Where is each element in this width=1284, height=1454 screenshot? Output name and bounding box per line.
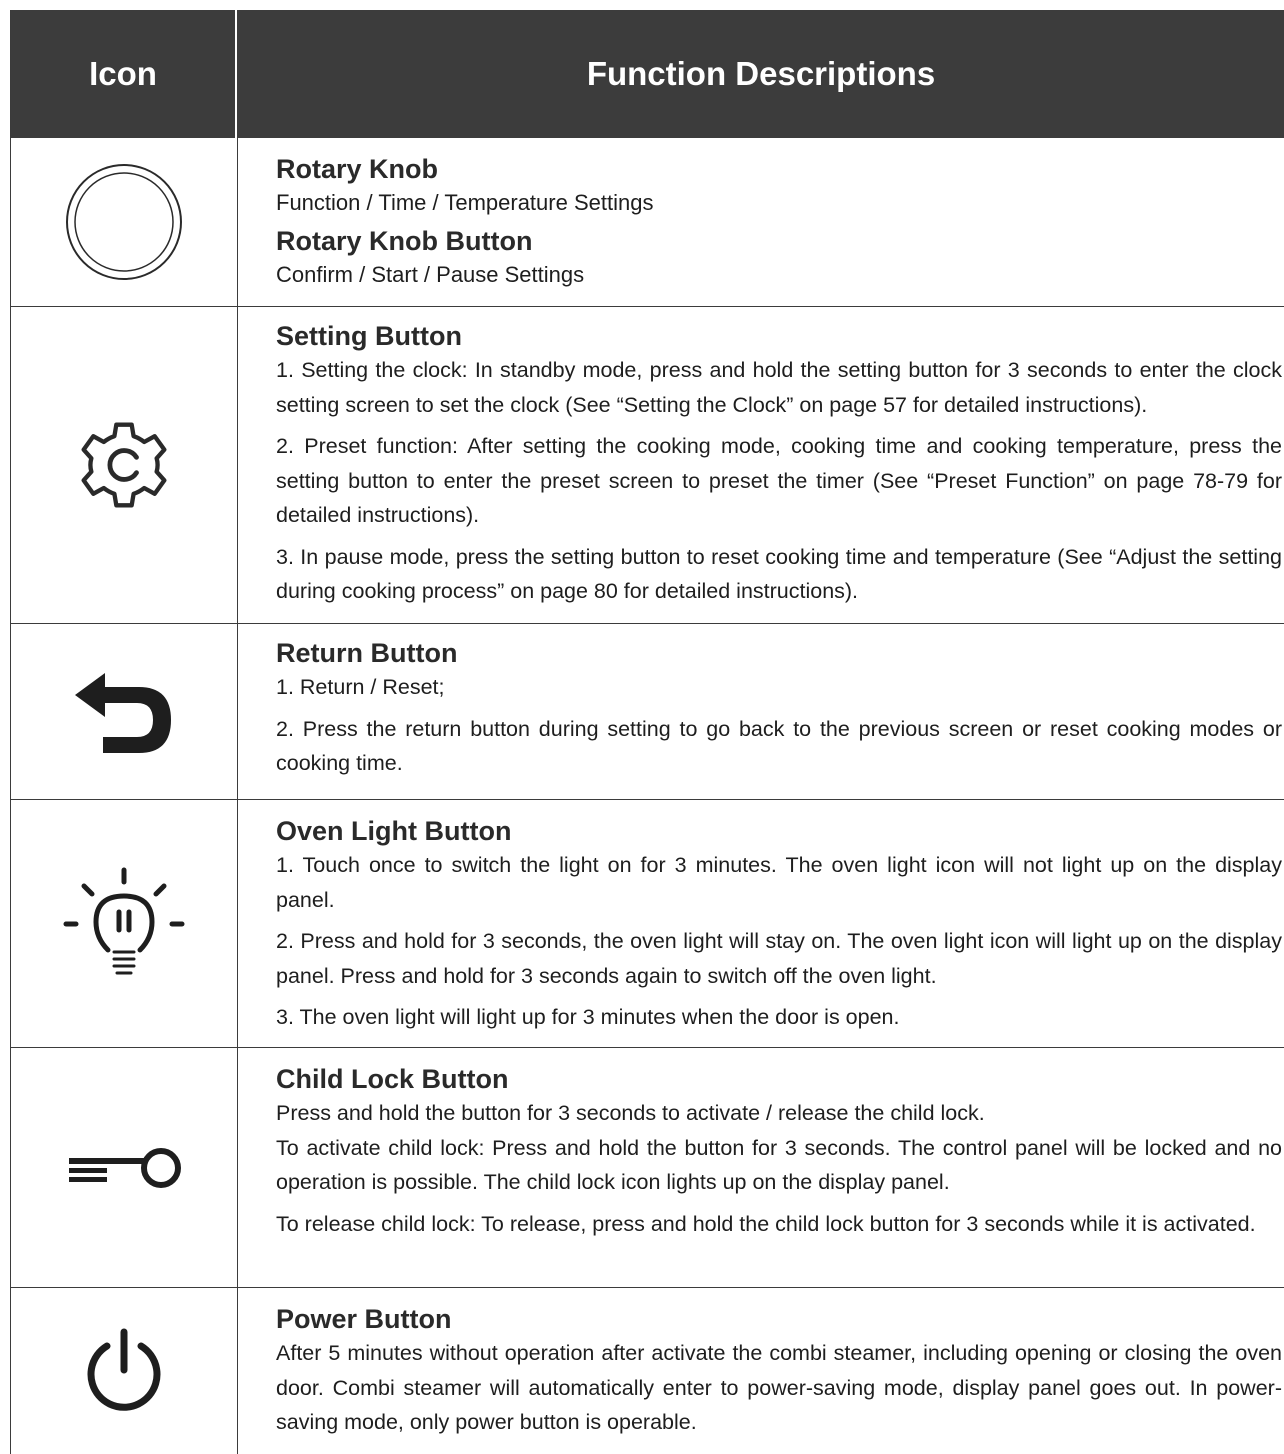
row-paragraph: Press and hold the button for 3 seconds …	[276, 1101, 985, 1125]
return-arrow-icon	[69, 667, 179, 757]
icon-cell	[11, 800, 238, 1047]
row-title: Oven Light Button	[276, 816, 512, 846]
key-icon	[61, 1138, 187, 1198]
row-title: Setting Button	[276, 321, 462, 351]
row-description: Setting Button 1. Setting the clock: In …	[276, 319, 1282, 609]
row-paragraph: 1. Return / Reset;	[276, 675, 445, 699]
row-paragraph: 2. Press and hold for 3 seconds, the ove…	[276, 929, 1282, 988]
rotary-knob-icon	[64, 162, 184, 282]
row-title: Rotary Knob	[276, 154, 438, 184]
icon-cell	[11, 307, 238, 623]
table-row-oven-light-button: Oven Light Button 1. Touch once to switc…	[11, 800, 1284, 1048]
row-description: Child Lock Button Press and hold the but…	[276, 1062, 1282, 1241]
icon-cell	[11, 624, 238, 799]
function-table: Icon Function Descriptions Rotary Knob F…	[10, 10, 1284, 1454]
table-row-rotary-knob: Rotary Knob Function / Time / Temperatur…	[11, 138, 1284, 307]
row-description: Return Button 1. Return / Reset; 2. Pres…	[276, 636, 1282, 781]
icon-cell	[11, 1288, 238, 1454]
row-description: Rotary Knob Function / Time / Temperatur…	[276, 152, 1282, 292]
row-description: Power Button After 5 minutes without ope…	[276, 1302, 1282, 1440]
row-paragraph: To activate child lock: Press and hold t…	[276, 1135, 1282, 1195]
icon-cell	[11, 138, 238, 306]
table-row-setting-button: Setting Button 1. Setting the clock: In …	[11, 307, 1284, 624]
header-icon-column: Icon	[11, 10, 237, 138]
row-paragraph: 2. Press the return button during settin…	[276, 716, 1282, 776]
row-title: Return Button	[276, 638, 458, 668]
row-title: Child Lock Button	[276, 1064, 509, 1094]
icon-cell	[11, 1048, 238, 1287]
row-paragraph: 1. Touch once to switch the light on for…	[276, 853, 1282, 912]
row-paragraph: 3. The oven light will light up for 3 mi…	[276, 1005, 900, 1029]
light-bulb-icon	[62, 866, 186, 982]
row-paragraph: After 5 minutes without operation after …	[276, 1341, 1282, 1434]
row-subtitle: Function / Time / Temperature Settings	[276, 190, 654, 215]
row-subtitle-secondary: Confirm / Start / Pause Settings	[276, 262, 585, 287]
table-row-return-button: Return Button 1. Return / Reset; 2. Pres…	[11, 624, 1284, 800]
row-paragraph: To release child lock: To release, press…	[276, 1211, 1256, 1236]
row-paragraph: 1. Setting the clock: In standby mode, p…	[276, 358, 1282, 417]
table-row-child-lock-button: Child Lock Button Press and hold the but…	[11, 1048, 1284, 1288]
row-description: Oven Light Button 1. Touch once to switc…	[276, 814, 1282, 1035]
table-header: Icon Function Descriptions	[11, 10, 1284, 138]
row-title-secondary: Rotary Knob Button	[276, 226, 533, 256]
power-icon	[79, 1326, 169, 1416]
row-paragraph: 3. In pause mode, press the setting butt…	[276, 544, 1282, 604]
row-paragraph: 2. Preset function: After setting the co…	[276, 434, 1282, 527]
header-description-column: Function Descriptions	[586, 55, 936, 92]
row-title: Power Button	[276, 1304, 452, 1334]
gear-icon	[76, 417, 172, 513]
table-row-power-button: Power Button After 5 minutes without ope…	[11, 1288, 1284, 1454]
